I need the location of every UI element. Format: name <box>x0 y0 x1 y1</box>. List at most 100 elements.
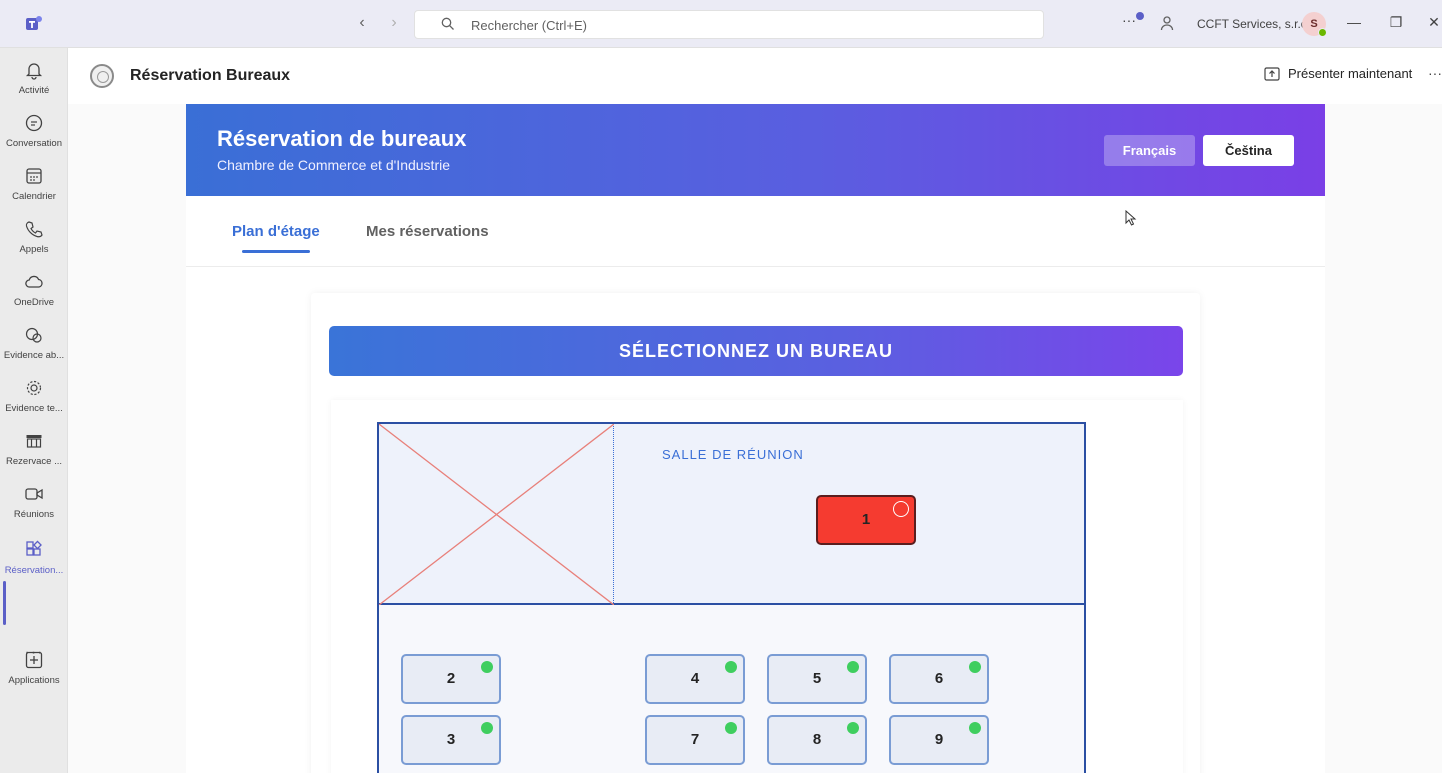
banner-subtitle: Chambre de Commerce et d'Industrie <box>217 157 450 173</box>
rail-item-label: Evidence te... <box>5 403 63 414</box>
tab-floor-plan[interactable]: Plan d'étage <box>232 223 320 240</box>
present-now-button[interactable]: Présenter maintenant <box>1264 66 1412 81</box>
back-arrow-icon[interactable]: ‹ <box>352 14 372 32</box>
occupied-indicator <box>893 501 909 517</box>
desk-number: 4 <box>690 670 700 687</box>
available-indicator <box>969 722 981 734</box>
close-icon[interactable]: ✕ <box>1424 14 1442 31</box>
desk-3[interactable]: 3 <box>401 715 501 765</box>
rail-item-applications[interactable]: Applications <box>0 644 68 694</box>
rail-item-label: Réservation... <box>4 565 64 576</box>
active-indicator <box>3 581 6 625</box>
tab-my-reservations[interactable]: Mes réservations <box>366 223 489 240</box>
app-icon <box>25 327 42 343</box>
desk-5[interactable]: 5 <box>767 654 867 704</box>
search-icon <box>441 17 454 30</box>
presence-status-badge <box>1318 28 1327 37</box>
bell-icon <box>25 63 43 80</box>
video-icon <box>25 488 43 500</box>
search-input[interactable]: Rechercher (Ctrl+E) <box>414 10 1044 39</box>
rail-item-label: Evidence ab... <box>3 350 65 361</box>
select-desk-header: SÉLECTIONNEZ UN BUREAU <box>329 326 1183 376</box>
notification-dot <box>1136 12 1144 20</box>
rail-item-rezervace[interactable]: Rezervace ... <box>0 425 68 475</box>
rail-item-label: Appels <box>19 244 49 255</box>
language-czech-button[interactable]: Čeština <box>1203 135 1294 166</box>
rail-item-meetings[interactable]: Réunions <box>0 478 68 528</box>
app-content: Réservation de bureaux Chambre de Commer… <box>68 104 1442 773</box>
rail-item-label: Calendrier <box>12 191 56 202</box>
desk-7[interactable]: 7 <box>645 715 745 765</box>
desk-4[interactable]: 4 <box>645 654 745 704</box>
forward-arrow-icon[interactable]: › <box>384 14 404 32</box>
available-indicator <box>725 661 737 673</box>
search-placeholder: Rechercher (Ctrl+E) <box>471 18 587 33</box>
cloud-icon <box>25 275 43 288</box>
teams-logo-icon[interactable] <box>22 14 44 34</box>
rail-item-evidence-te[interactable]: Evidence te... <box>0 372 68 422</box>
desk-9[interactable]: 9 <box>889 715 989 765</box>
desk-6[interactable]: 6 <box>889 654 989 704</box>
language-french-button[interactable]: Français <box>1104 135 1195 166</box>
restore-icon[interactable]: ❐ <box>1386 14 1406 31</box>
phone-icon <box>25 221 43 238</box>
rail-item-reservation[interactable]: Réservation... <box>0 534 68 584</box>
meeting-room-label: SALLE DE RÉUNION <box>662 447 804 462</box>
desk-number: 5 <box>812 670 822 687</box>
rail-item-calls[interactable]: Appels <box>0 213 68 263</box>
desk-2[interactable]: 2 <box>401 654 501 704</box>
desk-number: 2 <box>446 670 456 687</box>
floor-plan: SALLE DE RÉUNION 1 2 3 4 5 6 7 8 9 <box>377 422 1086 773</box>
app-more-button[interactable]: ··· <box>1428 65 1442 81</box>
share-screen-icon <box>1264 66 1280 81</box>
add-icon <box>25 651 43 669</box>
meeting-room-area: SALLE DE RÉUNION 1 <box>379 424 1084 605</box>
available-indicator <box>481 661 493 673</box>
desk-8[interactable]: 8 <box>767 715 867 765</box>
app-header: Réservation Bureaux Présenter maintenant… <box>68 48 1442 104</box>
org-name[interactable]: CCFT Services, s.r.o. <box>1197 17 1311 31</box>
rail-item-label: Conversation <box>6 138 62 149</box>
app-logo-icon <box>90 64 114 88</box>
app-title: Réservation Bureaux <box>130 67 291 84</box>
available-indicator <box>725 722 737 734</box>
app-banner: Réservation de bureaux Chambre de Commer… <box>186 104 1325 196</box>
mouse-cursor-icon <box>1125 210 1137 226</box>
cross-icon <box>379 424 614 605</box>
desk-number: 3 <box>446 731 456 748</box>
rail-item-activity[interactable]: Activité <box>0 54 68 104</box>
rail-item-conversation[interactable]: Conversation <box>0 107 68 157</box>
desk-number: 7 <box>690 731 700 748</box>
rail-item-evidence-ab[interactable]: Evidence ab... <box>0 319 68 369</box>
rail-item-label: Rezervace ... <box>6 456 62 467</box>
rail-item-calendar[interactable]: Calendrier <box>0 160 68 210</box>
available-indicator <box>847 661 859 673</box>
rail-item-label: OneDrive <box>13 297 55 308</box>
banner-title: Réservation de bureaux <box>217 126 467 151</box>
desk-1[interactable]: 1 <box>816 495 916 545</box>
available-indicator <box>481 722 493 734</box>
grid-icon <box>26 540 42 556</box>
desk-number: 8 <box>812 731 822 748</box>
available-indicator <box>969 661 981 673</box>
table-icon <box>26 435 42 448</box>
title-bar: ‹ › Rechercher (Ctrl+E) ··· CCFT Service… <box>0 0 1442 48</box>
reservation-panel: Réservation de bureaux Chambre de Commer… <box>186 104 1325 773</box>
blocked-area <box>379 424 614 605</box>
desk-number: 6 <box>934 670 944 687</box>
minimize-icon[interactable]: — <box>1344 14 1364 30</box>
chat-icon <box>25 114 43 132</box>
available-indicator <box>847 722 859 734</box>
desk-number: 9 <box>934 731 944 748</box>
rail-item-label: Réunions <box>13 509 55 520</box>
desk-number: 1 <box>861 511 871 528</box>
tab-bar: Plan d'étage Mes réservations <box>186 196 1325 267</box>
gear-icon <box>26 380 42 396</box>
left-rail: Activité Conversation Calendrier Appels … <box>0 48 68 773</box>
calendar-icon <box>26 168 42 184</box>
more-options-button[interactable]: ··· <box>1122 12 1136 28</box>
people-icon[interactable] <box>1160 15 1176 31</box>
rail-item-label: Applications <box>8 675 60 686</box>
rail-item-onedrive[interactable]: OneDrive <box>0 266 68 316</box>
rail-item-label: Activité <box>18 85 50 96</box>
